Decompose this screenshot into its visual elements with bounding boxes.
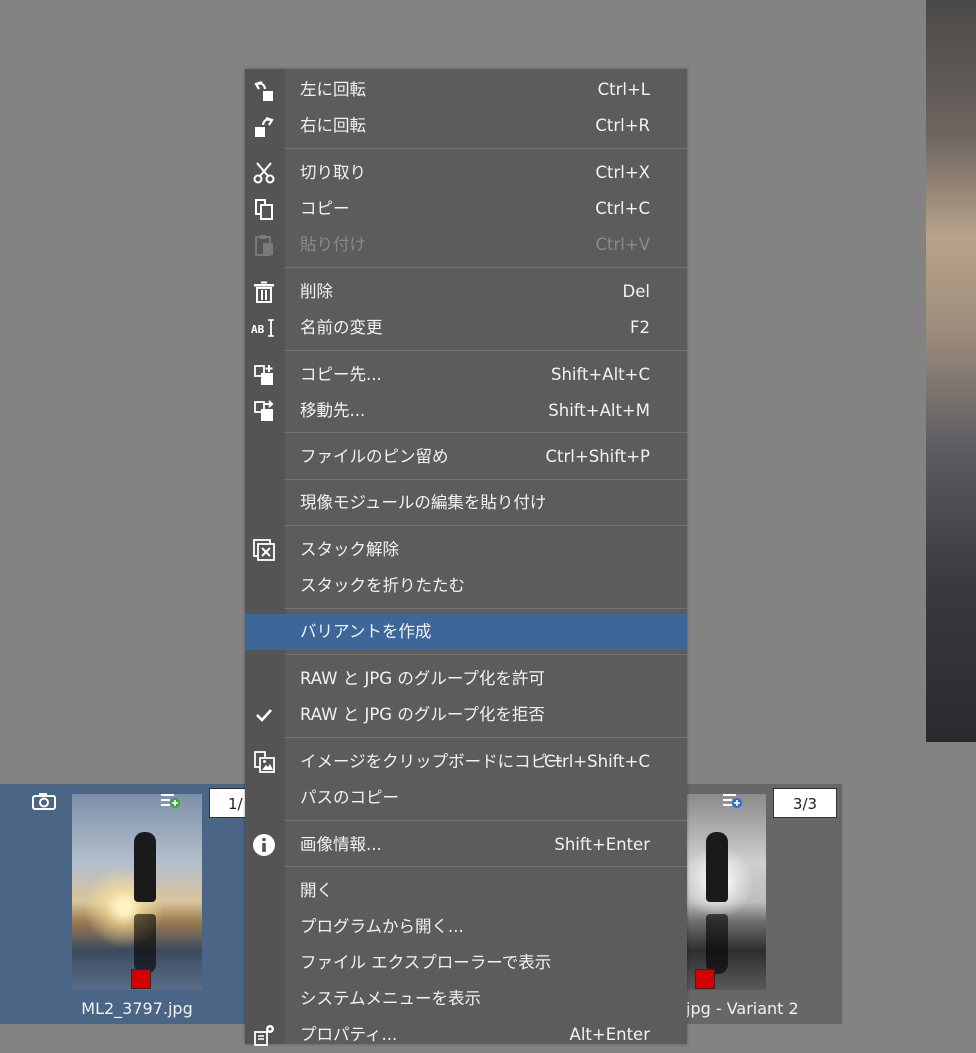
thumbnail-image xyxy=(686,794,766,990)
menu-separator xyxy=(285,148,687,149)
menu-item-rename[interactable]: AB 名前の変更 F2 xyxy=(245,310,687,346)
menu-separator xyxy=(285,432,687,433)
menu-item-paste: 貼り付け Ctrl+V xyxy=(245,227,687,263)
menu-item-open[interactable]: 開く xyxy=(245,873,687,909)
menu-item-paste-develop-edits[interactable]: 現像モジュールの編集を貼り付け xyxy=(245,485,687,521)
rotate-left-icon xyxy=(251,78,277,102)
menu-item-rotate-left[interactable]: 左に回転 Ctrl+L xyxy=(245,72,687,108)
menu-item-move-to[interactable]: 移動先... Shift+Alt+M xyxy=(245,393,687,429)
paste-icon xyxy=(251,233,277,257)
background-photo-preview xyxy=(926,0,976,742)
trash-icon xyxy=(251,280,277,304)
rename-icon: AB xyxy=(251,316,277,340)
camera-icon xyxy=(32,793,56,810)
menu-separator xyxy=(285,654,687,655)
menu-separator xyxy=(285,350,687,351)
rotate-right-icon xyxy=(251,114,277,138)
scissors-icon xyxy=(251,161,277,185)
menu-item-rotate-right[interactable]: 右に回転 Ctrl+R xyxy=(245,108,687,144)
info-icon xyxy=(251,833,277,857)
color-label-red xyxy=(131,969,151,989)
svg-text:AB: AB xyxy=(251,323,265,336)
adjustments-icon xyxy=(161,794,180,808)
thumbnail-filename: ML2_3797.jpg xyxy=(81,999,193,1018)
stack-counter: 3/3 xyxy=(773,788,837,818)
menu-separator xyxy=(285,525,687,526)
thumbnail-filename: jpg - Variant 2 xyxy=(686,999,799,1018)
menu-item-create-variant[interactable]: バリアントを作成 xyxy=(245,614,687,650)
menu-item-delete[interactable]: 削除 Del xyxy=(245,274,687,310)
menu-item-show-system-menu[interactable]: システムメニューを表示 xyxy=(245,981,687,1017)
menu-item-allow-raw-jpg-grouping[interactable]: RAW と JPG のグループ化を許可 xyxy=(245,661,687,697)
menu-item-copy-image-to-clipboard[interactable]: イメージをクリップボードにコピー Ctrl+Shift+C xyxy=(245,744,687,780)
menu-item-collapse-stack[interactable]: スタックを折りたたむ xyxy=(245,568,687,604)
menu-item-pin-file[interactable]: ファイルのピン留め Ctrl+Shift+P xyxy=(245,439,687,475)
adjustments-icon xyxy=(723,794,742,808)
menu-item-open-with[interactable]: プログラムから開く... xyxy=(245,909,687,945)
move-to-icon xyxy=(251,399,277,423)
menu-separator xyxy=(285,737,687,738)
menu-item-properties[interactable]: プロパティ... Alt+Enter xyxy=(245,1017,687,1053)
copy-image-icon xyxy=(251,750,277,774)
menu-separator xyxy=(285,608,687,609)
menu-item-copy[interactable]: コピー Ctrl+C xyxy=(245,191,687,227)
menu-item-copy-path[interactable]: パスのコピー xyxy=(245,780,687,816)
menu-item-image-info[interactable]: 画像情報... Shift+Enter xyxy=(245,827,687,863)
menu-item-copy-to[interactable]: コピー先... Shift+Alt+C xyxy=(245,357,687,393)
properties-icon xyxy=(251,1023,277,1047)
filmstrip-thumbnail-selected[interactable]: 1/ ML2_3797.jpg xyxy=(0,784,255,1024)
copy-to-icon xyxy=(251,363,277,387)
menu-separator xyxy=(285,267,687,268)
menu-item-show-in-explorer[interactable]: ファイル エクスプローラーで表示 xyxy=(245,945,687,981)
copy-icon xyxy=(251,197,277,221)
unstack-icon xyxy=(251,538,277,562)
checkmark-icon xyxy=(251,703,277,727)
context-menu: 左に回転 Ctrl+L 右に回転 Ctrl+R 切り取り Ctrl+X コピー … xyxy=(245,69,687,1046)
thumbnail-image xyxy=(72,794,202,990)
menu-item-unstack[interactable]: スタック解除 xyxy=(245,532,687,568)
menu-item-cut[interactable]: 切り取り Ctrl+X xyxy=(245,155,687,191)
color-label-red xyxy=(695,969,715,989)
menu-separator xyxy=(285,479,687,480)
menu-item-deny-raw-jpg-grouping[interactable]: RAW と JPG のグループ化を拒否 xyxy=(245,697,687,733)
menu-separator xyxy=(285,820,687,821)
menu-separator xyxy=(285,866,687,867)
filmstrip-thumbnail-variant[interactable]: 3/3 jpg - Variant 2 xyxy=(686,784,842,1024)
